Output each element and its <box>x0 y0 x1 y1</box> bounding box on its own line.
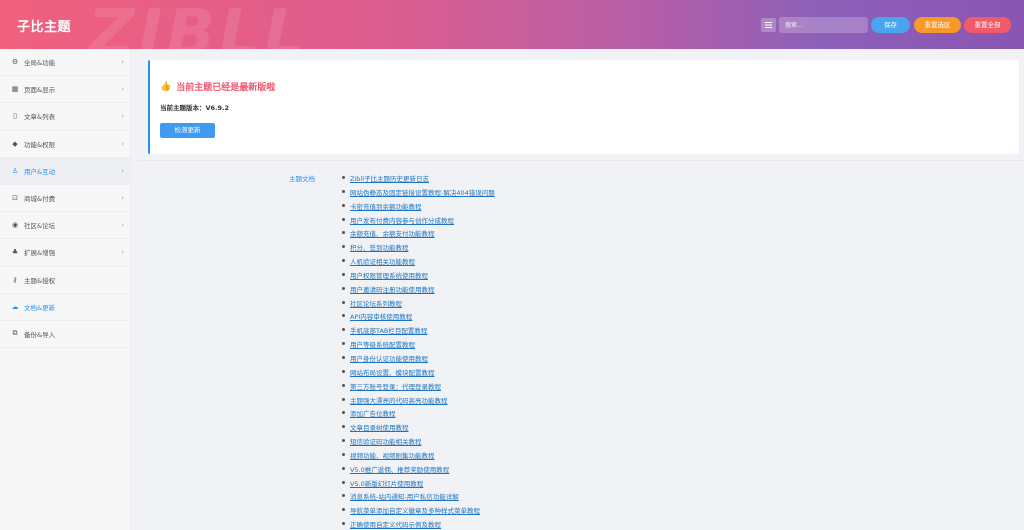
update-notice: 👍 当前主题已经是最新版啦 当前主题版本：V6.9.2 检测更新 <box>148 60 1019 154</box>
check-update-button[interactable]: 检测更新 <box>160 123 215 138</box>
doc-link[interactable]: 导航菜单添加自定义徽章及多种样式菜单教程 <box>342 505 495 519</box>
book-icon: ▯ <box>13 112 17 121</box>
reset-all-button[interactable]: 重置全部 <box>964 17 1011 33</box>
doc-link[interactable]: 视频功能、视频剧集功能教程 <box>342 450 495 464</box>
chevron-right-icon: › <box>121 139 124 148</box>
community-icon: ◉ <box>11 221 19 230</box>
sidebar-item-label: 备份&导入 <box>24 330 56 339</box>
sidebar-item-label: 主题&授权 <box>24 276 56 285</box>
chevron-right-icon: › <box>121 248 124 257</box>
sidebar-item[interactable]: ⚷ 主题&授权 <box>0 267 130 294</box>
chevron-right-icon: › <box>121 194 124 203</box>
cloud-icon: ☁ <box>11 302 19 311</box>
doc-link[interactable]: 积分、签到功能教程 <box>342 242 495 256</box>
sidebar-item-label: 扩展&增强 <box>24 249 56 258</box>
chevron-right-icon: › <box>121 221 124 230</box>
sidebar-item[interactable]: ⚙ 全局&功能 › <box>0 49 130 77</box>
top-header: ZIBLL 子比主题 保存 重置选区 重置全部 <box>0 0 1024 49</box>
sidebar-item[interactable]: ◉ 社区&论坛 › <box>0 212 130 240</box>
chevron-right-icon: › <box>121 112 124 121</box>
doc-link[interactable]: 网站布局设置、模块配置教程 <box>342 367 495 381</box>
doc-link[interactable]: V5.0新版幻灯片使用教程 <box>342 478 495 492</box>
sidebar-item[interactable]: ⧉ 备份&导入 <box>0 321 130 349</box>
doc-link[interactable]: 用户发布付费内容参与创作分成教程 <box>342 215 495 229</box>
menu-toggle-button[interactable] <box>761 18 776 32</box>
save-button[interactable]: 保存 <box>871 17 910 33</box>
sidebar-item[interactable]: ♣ 扩展&增强 › <box>0 239 130 267</box>
doc-link[interactable]: 用户邀请码注册功能使用教程 <box>342 284 495 298</box>
main-content: 👍 当前主题已经是最新版啦 当前主题版本：V6.9.2 检测更新 主题文档 Zi… <box>138 55 1024 530</box>
doc-link[interactable]: 正确使用自定义代码示例及教程 <box>342 519 495 530</box>
theme-version: 当前主题版本：V6.9.2 <box>160 104 230 112</box>
chevron-right-icon: › <box>121 85 124 94</box>
puzzle-icon: ♣ <box>11 248 19 257</box>
doc-link[interactable]: 用户权限管理系统使用教程 <box>342 270 495 284</box>
doc-link[interactable]: 网站伪静态及固定链接设置教程-解决404错误问题 <box>342 187 495 201</box>
sidebar-item[interactable]: ♙ 用户&互动 › <box>0 157 130 185</box>
notice-title-text: 当前主题已经是最新版啦 <box>176 83 276 93</box>
key-icon: ⚷ <box>12 275 18 284</box>
list-icon <box>765 22 772 28</box>
doc-link[interactable]: 第三方账号登录：代理登录教程 <box>342 381 495 395</box>
doc-link[interactable]: API内容审核使用教程 <box>342 311 495 325</box>
doc-link[interactable]: 卡密充值到余额功能教程 <box>342 201 495 215</box>
sidebar-item-label: 页面&显示 <box>24 86 56 95</box>
doc-link[interactable]: 文章目录树使用教程 <box>342 422 495 436</box>
doc-link[interactable]: 手机底部TAB栏目配置教程 <box>342 325 495 339</box>
chevron-right-icon: › <box>121 166 124 175</box>
sidebar-item-label: 商城&付费 <box>24 195 56 204</box>
sidebar-item-label: 文档&更新 <box>24 303 56 312</box>
cart-icon: ⊡ <box>12 194 18 203</box>
search-input[interactable] <box>779 17 868 33</box>
reset-section-button[interactable]: 重置选区 <box>914 17 961 33</box>
sidebar-item[interactable]: ▯ 文章&列表 › <box>0 103 130 131</box>
doc-link[interactable]: 用户身份认证功能使用教程 <box>342 353 495 367</box>
sidebar-item[interactable]: ▦ 页面&显示 › <box>0 76 130 104</box>
sidebar-item-label: 社区&论坛 <box>24 222 56 231</box>
doc-link[interactable]: 主题强大漂亮的代码高亮功能教程 <box>342 395 495 409</box>
sidebar-item-label: 文章&列表 <box>24 113 56 122</box>
brand-watermark: ZIBLL <box>88 0 309 49</box>
doc-link[interactable]: 短信验证码功能相关教程 <box>342 436 495 450</box>
sidebar: ⚙ 全局&功能 › ▦ 页面&显示 › ▯ 文章&列表 › ◆ 功能&权限 › ♙ 用户&互动 › ⊡ 商城&付… <box>0 49 131 530</box>
doc-link[interactable]: Zibll子比主题历史更新日志 <box>342 173 495 187</box>
docs-section: 主题文档 Zibll子比主题历史更新日志 网站伪静态及固定链接设置教程-解决404… <box>138 160 1024 530</box>
gear-icon: ⚙ <box>11 58 19 67</box>
sidebar-item-label: 用户&互动 <box>24 167 56 176</box>
doc-link[interactable]: 用户等级系统配置教程 <box>342 339 495 353</box>
user-icon: ♙ <box>11 166 19 175</box>
sidebar-item[interactable]: ⊡ 商城&付费 › <box>0 185 130 213</box>
shield-icon: ◆ <box>12 139 18 148</box>
chevron-right-icon: › <box>121 58 124 67</box>
sidebar-item[interactable]: ☁ 文档&更新 <box>0 294 130 321</box>
doc-link[interactable]: 人机验证相关功能教程 <box>342 256 495 270</box>
docs-list: Zibll子比主题历史更新日志 网站伪静态及固定链接设置教程-解决404错误问题卡… <box>342 173 495 530</box>
sidebar-item-label: 功能&权限 <box>24 140 56 149</box>
sidebar-item[interactable]: ◆ 功能&权限 › <box>0 131 130 158</box>
thumbs-up-icon: 👍 <box>160 81 172 92</box>
calendar-icon: ▦ <box>11 85 19 94</box>
doc-link[interactable]: V5.0推广返佣、推荐奖励使用教程 <box>342 464 495 478</box>
doc-link[interactable]: 添加广告位教程 <box>342 408 495 422</box>
doc-link[interactable]: 余额充值、余额支付功能教程 <box>342 228 495 242</box>
notice-title: 👍 当前主题已经是最新版啦 <box>160 80 276 94</box>
doc-link[interactable]: 消息系统-站内通知-用户私信功能详解 <box>342 491 495 505</box>
sidebar-item-label: 全局&功能 <box>24 59 56 68</box>
copy-icon: ⧉ <box>12 329 18 338</box>
docs-label: 主题文档 <box>289 175 315 183</box>
brand-title: 子比主题 <box>17 20 72 35</box>
doc-link[interactable]: 社区论坛系列教程 <box>342 298 495 312</box>
